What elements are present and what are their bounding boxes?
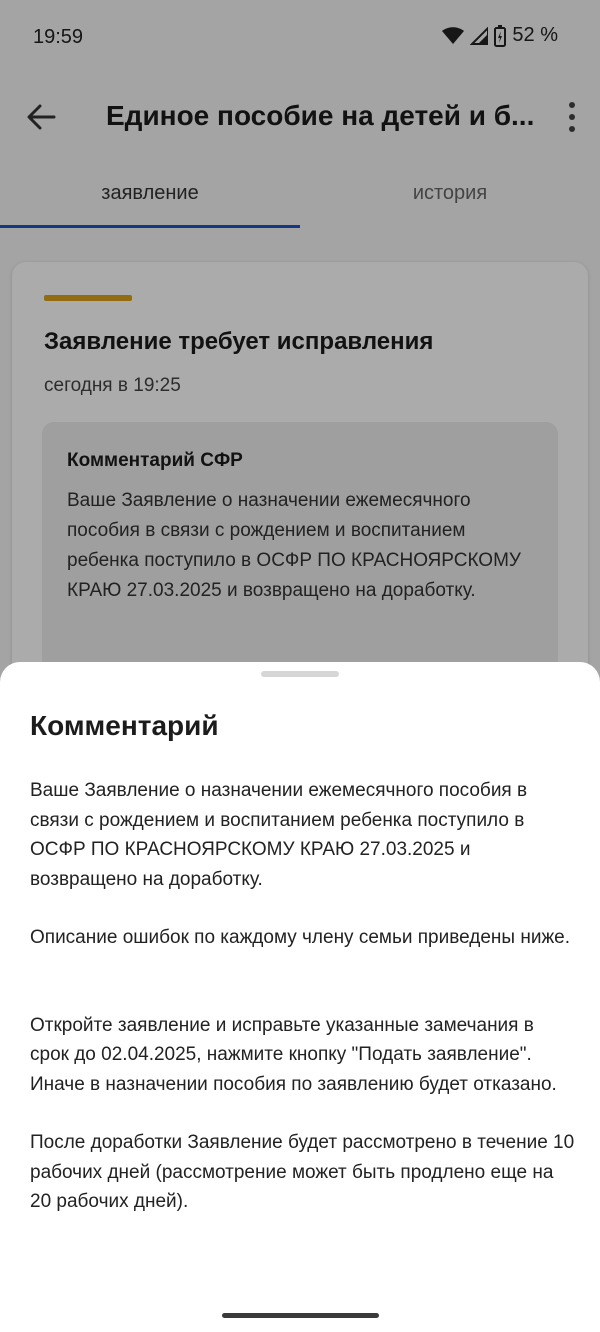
sheet-paragraph: Ваше Заявление о назначении ежемесячного… [30,780,528,890]
sheet-body: Ваше Заявление о назначении ежемесячного… [30,776,575,1217]
home-indicator[interactable] [222,1313,379,1318]
sheet-paragraph: Откройте заявление и исправьте указанные… [30,1014,557,1095]
drag-handle[interactable] [261,671,339,677]
sheet-title: Комментарий [30,710,219,741]
comment-bottom-sheet: Комментарий Ваше Заявление о назначении … [0,662,600,1332]
sheet-paragraph: После доработки Заявление будет рассмотр… [30,1132,575,1212]
sheet-paragraph: Описание ошибок по каждому члену семьи п… [30,927,570,948]
